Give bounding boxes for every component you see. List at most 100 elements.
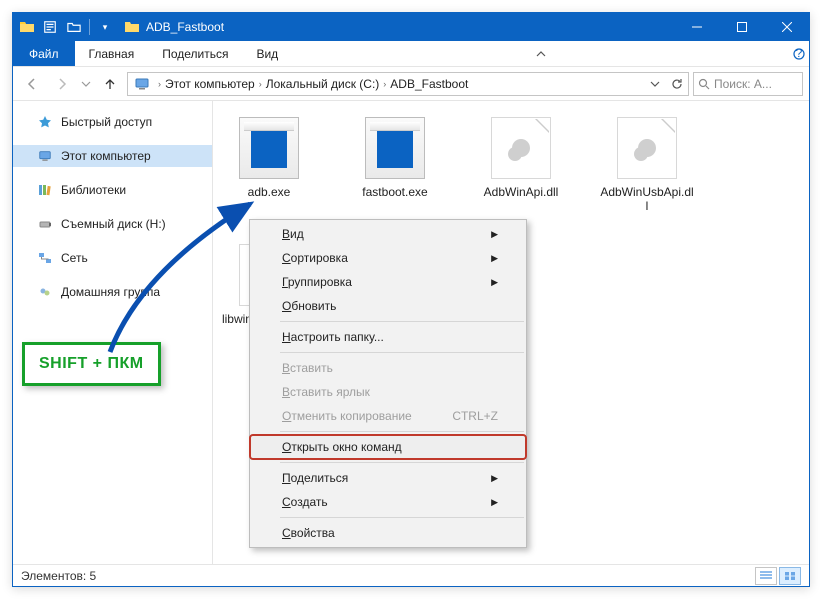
exe-icon — [239, 117, 299, 179]
view-details-button[interactable] — [755, 567, 777, 585]
pc-icon — [37, 148, 53, 164]
sidebar-item-label: Быстрый доступ — [61, 115, 152, 129]
context-menu-item[interactable]: Свойства — [250, 521, 526, 545]
context-menu-label: Вставить ярлык — [282, 385, 370, 399]
context-menu-separator — [280, 517, 524, 518]
sidebar-item-libraries[interactable]: Библиотеки — [13, 179, 212, 201]
homegroup-icon — [37, 284, 53, 300]
context-menu-item: Вставить ярлык — [250, 380, 526, 404]
qat-properties-button[interactable] — [41, 18, 59, 36]
file-pane[interactable]: adb.exe fastboot.exe AdbWinApi.dll AdbWinUs… — [213, 101, 809, 564]
sidebar-item-removable-disk[interactable]: Съемный диск (H:) — [13, 213, 212, 235]
context-menu-item[interactable]: Сортировка▶ — [250, 246, 526, 270]
sidebar-item-label: Этот компьютер — [61, 149, 151, 163]
context-menu-separator — [280, 462, 524, 463]
navigation-sidebar: Быстрый доступ Этот компьютер Библиотеки… — [13, 101, 213, 564]
sidebar-item-homegroup[interactable]: Домашняя группа — [13, 281, 212, 303]
context-menu-label: Поделиться — [282, 471, 348, 485]
context-menu-label: Свойства — [282, 526, 335, 540]
search-input[interactable]: Поиск: A... — [693, 72, 803, 96]
file-label: AdbWinApi.dll — [484, 185, 559, 199]
usb-icon — [37, 216, 53, 232]
address-bar[interactable]: › Этот компьютер › Локальный диск (C:) ›… — [127, 72, 689, 96]
submenu-arrow-icon: ▶ — [491, 253, 498, 264]
nav-recent-button[interactable] — [79, 71, 93, 97]
sidebar-item-this-pc[interactable]: Этот компьютер — [13, 145, 212, 167]
file-menu[interactable]: Файл — [13, 41, 75, 66]
file-item[interactable]: AdbWinApi.dll — [473, 117, 569, 214]
qat-customize-button[interactable]: ▾ — [96, 18, 114, 36]
quick-access-toolbar: ▾ — [13, 18, 120, 36]
context-menu-item[interactable]: Вид▶ — [250, 222, 526, 246]
sidebar-item-network[interactable]: Сеть — [13, 247, 212, 269]
window-controls — [674, 13, 809, 41]
breadcrumb-segment[interactable]: ADB_Fastboot — [390, 77, 468, 91]
status-bar: Элементов: 5 — [13, 564, 809, 586]
breadcrumb-segment[interactable]: Этот компьютер — [165, 77, 255, 91]
sidebar-item-label: Домашняя группа — [61, 285, 160, 299]
dll-icon — [491, 117, 551, 179]
file-item[interactable]: fastboot.exe — [347, 117, 443, 214]
ribbon-help-button[interactable]: ? — [789, 41, 809, 66]
search-placeholder: Поиск: A... — [714, 77, 798, 91]
chevron-right-icon[interactable]: › — [255, 79, 266, 89]
context-menu-item: Отменить копирование CTRL+Z — [250, 404, 526, 428]
context-menu-item[interactable]: Обновить — [250, 294, 526, 318]
status-item-count: Элементов: 5 — [21, 569, 96, 583]
dll-icon — [617, 117, 677, 179]
submenu-arrow-icon: ▶ — [491, 277, 498, 288]
minimize-button[interactable] — [674, 13, 719, 41]
window-folder-icon — [124, 19, 140, 35]
pc-icon — [134, 76, 150, 92]
context-menu: Вид▶Сортировка▶ Группировка ▶ Обновить Настр… — [249, 219, 527, 548]
tab-view[interactable]: Вид — [242, 41, 292, 66]
explorer-window: ▾ ADB_Fastboot Файл Главная Поделиться В… — [12, 12, 810, 587]
folder-icon — [19, 19, 35, 35]
qat-new-folder-button[interactable] — [65, 18, 83, 36]
maximize-button[interactable] — [719, 13, 764, 41]
close-button[interactable] — [764, 13, 809, 41]
context-menu-item[interactable]: Настроить папку... — [250, 325, 526, 349]
nav-forward-button[interactable] — [49, 71, 75, 97]
chevron-right-icon[interactable]: › — [154, 79, 165, 89]
context-menu-label: Группировка — [282, 275, 352, 289]
window-title: ADB_Fastboot — [146, 20, 674, 34]
file-label: AdbWinUsbApi.dll — [599, 185, 695, 214]
exe-icon — [365, 117, 425, 179]
context-menu-label: Обновить — [282, 299, 336, 313]
submenu-arrow-icon: ▶ — [491, 497, 498, 508]
titlebar: ▾ ADB_Fastboot — [13, 13, 809, 41]
svg-text:?: ? — [796, 48, 803, 60]
context-menu-label: Создать — [282, 495, 328, 509]
file-item[interactable]: adb.exe — [221, 117, 317, 214]
context-menu-label: Отменить копирование — [282, 409, 412, 423]
qat-divider — [89, 19, 90, 35]
context-menu-item: Вставить — [250, 356, 526, 380]
chevron-right-icon[interactable]: › — [379, 79, 390, 89]
context-menu-item[interactable]: Создать ▶ — [250, 490, 526, 514]
context-menu-shortcut: CTRL+Z — [452, 409, 498, 423]
nav-up-button[interactable] — [97, 71, 123, 97]
tab-share[interactable]: Поделиться — [148, 41, 242, 66]
sidebar-item-quick-access[interactable]: Быстрый доступ — [13, 111, 212, 133]
context-menu-item[interactable]: Поделиться▶ — [250, 466, 526, 490]
context-menu-label: Настроить папку... — [282, 330, 384, 344]
context-menu-separator — [280, 352, 524, 353]
context-menu-item[interactable]: Группировка ▶ — [250, 270, 526, 294]
sidebar-item-label: Съемный диск (H:) — [61, 217, 166, 231]
context-menu-label: Вставить — [282, 361, 333, 375]
ribbon-tabs: Файл Главная Поделиться Вид ? — [13, 41, 809, 67]
breadcrumb-segment[interactable]: Локальный диск (C:) — [266, 77, 380, 91]
nav-back-button[interactable] — [19, 71, 45, 97]
context-menu-item[interactable]: Открыть окно команд — [250, 435, 526, 459]
refresh-button[interactable] — [666, 73, 688, 95]
view-large-icons-button[interactable] — [779, 567, 801, 585]
address-dropdown-button[interactable] — [644, 73, 666, 95]
file-label: adb.exe — [248, 185, 291, 199]
context-menu-label: Открыть окно команд — [282, 440, 402, 454]
libraries-icon — [37, 182, 53, 198]
context-menu-separator — [280, 321, 524, 322]
tab-home[interactable]: Главная — [75, 41, 149, 66]
file-item[interactable]: AdbWinUsbApi.dll — [599, 117, 695, 214]
ribbon-expand-button[interactable] — [524, 41, 558, 66]
